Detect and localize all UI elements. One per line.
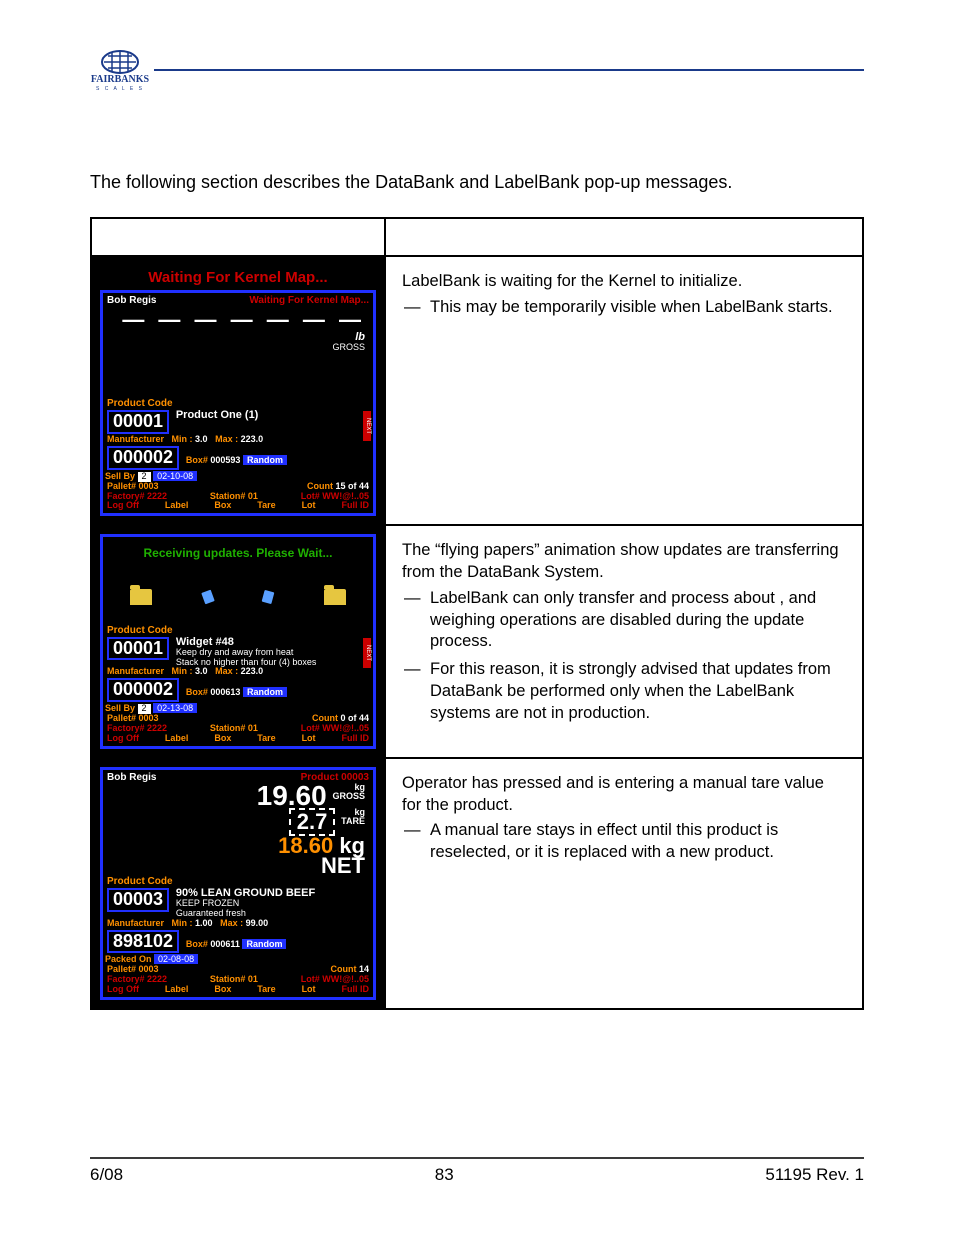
user-name: Bob Regis bbox=[107, 295, 156, 306]
box-value: 000593 bbox=[210, 455, 240, 465]
footer-date: 6/08 bbox=[90, 1165, 123, 1185]
page-footer: 6/08 83 51195 Rev. 1 bbox=[90, 1157, 864, 1185]
count-label: Count bbox=[307, 481, 333, 491]
next-tag: NEXT bbox=[363, 411, 371, 441]
user-name: Bob Regis bbox=[107, 772, 156, 783]
svg-text:S C A L E S: S C A L E S bbox=[96, 86, 144, 92]
folder-icon bbox=[324, 589, 346, 605]
mfr-code: 000002 bbox=[107, 446, 179, 470]
screenshot-manual-tare: Bob Regis Product 00003 19.60 kgGROSS 2.… bbox=[92, 759, 384, 1008]
mfr-code: 000002 bbox=[107, 678, 179, 702]
random-badge: Random bbox=[243, 455, 287, 465]
footer-doc: 51195 Rev. 1 bbox=[765, 1165, 864, 1185]
callout-label: Waiting For Kernel Map... bbox=[135, 265, 340, 290]
product-code: 00003 bbox=[107, 888, 169, 912]
intro-text: The following section describes the Data… bbox=[90, 172, 864, 193]
max-label: Max : bbox=[215, 434, 238, 444]
sellby-date: 02-10-08 bbox=[153, 471, 197, 481]
tare-weight: 2.7 bbox=[289, 808, 336, 836]
message-table: Waiting For Kernel Map... Bob Regis Wait… bbox=[90, 217, 864, 1010]
min-value: 3.0 bbox=[195, 434, 208, 444]
screenshot-receiving-updates: Receiving updates. Please Wait... Produc… bbox=[92, 526, 384, 756]
product-name: Product One (1) bbox=[176, 409, 259, 421]
product-sub1: Keep dry and away from heat bbox=[176, 647, 294, 657]
bottom-menu: Log Off Label Box Tare Lot Full ID bbox=[105, 501, 371, 511]
svg-text:FAIRBANKS: FAIRBANKS bbox=[91, 74, 150, 85]
unit-gross: GROSS bbox=[332, 342, 365, 352]
desc-manual-tare: Operator has pressed and is entering a m… bbox=[386, 759, 862, 888]
product-code: 00001 bbox=[107, 410, 169, 434]
mfr-code: 898102 bbox=[107, 930, 179, 954]
paper-icon bbox=[262, 589, 275, 603]
min-label: Min : bbox=[172, 434, 193, 444]
footer-page: 83 bbox=[435, 1165, 454, 1185]
product-code-label: Product Code bbox=[105, 398, 371, 409]
desc-waiting-kernel: LabelBank is waiting for the Kernel to i… bbox=[386, 257, 862, 343]
fairbanks-logo: FAIRBANKS S C A L E S bbox=[90, 48, 150, 92]
header-rule bbox=[154, 69, 864, 71]
product-code-label: Product Code bbox=[105, 625, 371, 636]
paper-icon bbox=[201, 589, 215, 604]
product-code: 00001 bbox=[107, 637, 169, 661]
product-sub2: Stack no higher than four (4) boxes bbox=[176, 657, 317, 667]
max-value: 223.0 bbox=[241, 434, 264, 444]
count-value: 15 of 44 bbox=[335, 481, 369, 491]
gross-weight: 19.60 bbox=[257, 780, 327, 811]
screenshot-waiting-kernel: Waiting For Kernel Map... Bob Regis Wait… bbox=[92, 257, 384, 524]
weight-display: — — — — — — — bbox=[122, 308, 365, 332]
page-header: FAIRBANKS S C A L E S bbox=[90, 48, 864, 92]
box-label: Box# bbox=[186, 455, 208, 465]
folder-icon bbox=[130, 589, 152, 605]
mfr-label: Manufacturer bbox=[107, 434, 164, 444]
next-tag: NEXT bbox=[363, 638, 371, 668]
sellby-label: Sell By bbox=[105, 471, 135, 481]
mfr-label: Manufacturer bbox=[107, 666, 164, 676]
desc-receiving-updates: The “flying papers” animation show updat… bbox=[386, 526, 862, 748]
receiving-updates-msg: Receiving updates. Please Wait... bbox=[105, 539, 371, 568]
status-text: Waiting For Kernel Map... bbox=[249, 295, 369, 306]
